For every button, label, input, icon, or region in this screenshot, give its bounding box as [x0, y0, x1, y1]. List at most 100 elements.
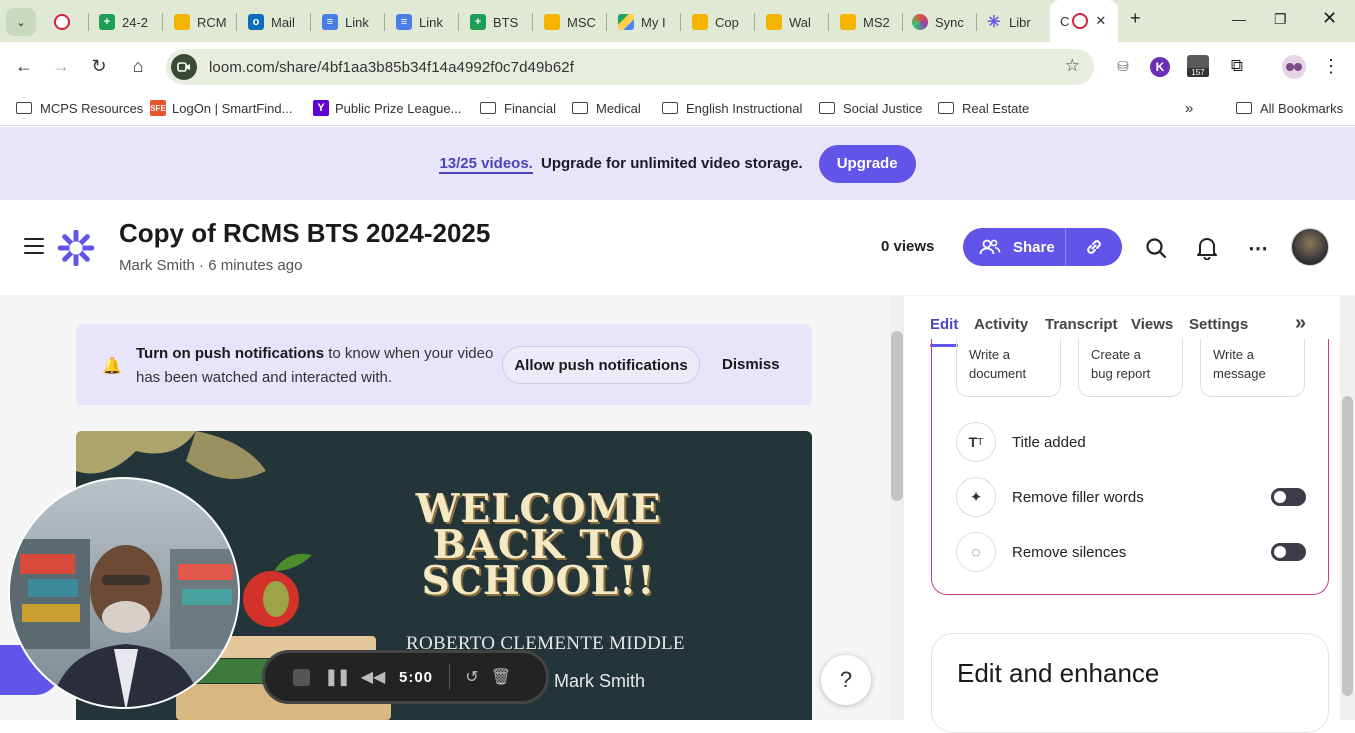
slides-icon: [766, 14, 782, 30]
chip-line: bug report: [1091, 366, 1151, 381]
view-count[interactable]: 0 views: [881, 238, 934, 255]
help-button[interactable]: ?: [821, 655, 871, 705]
tab-2[interactable]: RCM: [174, 6, 234, 38]
bookmark-label: Medical: [596, 100, 641, 116]
tab-edit[interactable]: Edit: [930, 316, 959, 347]
tab-6[interactable]: + BTS: [470, 6, 522, 38]
bell-icon[interactable]: [1195, 236, 1219, 260]
tab-5[interactable]: ≡ Link: [396, 6, 456, 38]
folder-icon: [938, 102, 954, 114]
bookmark-english[interactable]: English Instructional: [662, 98, 802, 118]
stop-button[interactable]: [283, 659, 319, 695]
write-document-chip[interactable]: Write a document: [956, 339, 1061, 397]
dismiss-button[interactable]: Dismiss: [722, 356, 780, 373]
main-scrollbar[interactable]: [890, 296, 904, 720]
tab-11[interactable]: MS2: [840, 6, 892, 38]
tab-10[interactable]: Wal: [766, 6, 818, 38]
tab-8[interactable]: My I: [618, 6, 670, 38]
remove-silences-toggle[interactable]: [1271, 543, 1306, 561]
bookmark-mcps[interactable]: MCPS Resources: [16, 98, 143, 118]
remove-filler-words-toggle[interactable]: [1271, 488, 1306, 506]
pause-button[interactable]: ❚❚: [319, 659, 355, 695]
delete-button[interactable]: 🗑: [486, 659, 516, 695]
bookmark-star-icon[interactable]: ☆: [1065, 56, 1080, 76]
extensions-icon[interactable]: ⧉: [1226, 55, 1248, 77]
magic-wand-icon: ✦: [956, 477, 996, 517]
k-extension-icon[interactable]: K: [1150, 57, 1170, 77]
bookmark-social-justice[interactable]: Social Justice: [819, 98, 922, 118]
tab-9[interactable]: Cop: [692, 6, 744, 38]
share-button-group: Share: [963, 228, 1122, 266]
minimize-button[interactable]: —: [1232, 11, 1246, 27]
back-button[interactable]: ←: [10, 52, 38, 80]
chip-line: Write a: [1213, 347, 1254, 362]
bookmarks-overflow-icon[interactable]: »: [1185, 98, 1193, 118]
extension-puzzle-lock-icon[interactable]: ⛁: [1112, 55, 1134, 77]
user-avatar[interactable]: [1291, 228, 1329, 266]
bookmark-medical[interactable]: Medical: [572, 98, 641, 118]
bell-icon: 🔔: [102, 358, 122, 375]
recording-timer: 5:00: [398, 668, 434, 686]
sidebar-scrollbar[interactable]: [1340, 296, 1355, 720]
bookmark-financial[interactable]: Financial: [480, 98, 556, 118]
folder-icon: [572, 102, 588, 114]
restart-button[interactable]: ↺: [458, 659, 486, 695]
tab-12[interactable]: Sync: [912, 6, 968, 38]
presenter-camera-feed: [10, 539, 238, 707]
trash-icon: 🗑: [490, 669, 512, 686]
rewind-button[interactable]: ◀◀: [355, 659, 391, 695]
forward-button[interactable]: →: [47, 52, 75, 80]
more-options-icon[interactable]: ⋯: [1246, 236, 1270, 260]
allow-push-button[interactable]: Allow push notifications: [502, 346, 700, 384]
share-button[interactable]: Share: [963, 228, 1066, 266]
upgrade-button[interactable]: Upgrade: [818, 144, 916, 183]
search-icon[interactable]: [1144, 236, 1168, 260]
tab-4[interactable]: ≡ Link: [322, 6, 382, 38]
bookmark-real-estate[interactable]: Real Estate: [938, 98, 1029, 118]
question-icon: ?: [839, 667, 853, 692]
slides-icon: [840, 14, 856, 30]
expand-sidebar-icon[interactable]: »: [1295, 312, 1306, 335]
calendar-extension-icon[interactable]: 157: [1187, 55, 1209, 77]
tab-label: RCM: [197, 14, 227, 30]
address-bar[interactable]: loom.com/share/4bf1aa3b85b34f14a4992f0c7…: [166, 49, 1094, 85]
reload-button[interactable]: ↻: [85, 52, 113, 80]
new-tab-button[interactable]: +: [1130, 8, 1141, 29]
all-bookmarks[interactable]: All Bookmarks: [1236, 98, 1343, 118]
tab-loom-record[interactable]: [54, 6, 76, 38]
site-info-icon[interactable]: [171, 54, 197, 80]
profile-icon[interactable]: [1282, 55, 1306, 79]
loom-logo-icon[interactable]: [57, 229, 95, 271]
edit-enhance-card: Edit and enhance: [931, 633, 1329, 733]
tab-views[interactable]: Views: [1131, 316, 1173, 333]
tab-label: Link: [419, 14, 443, 30]
tab-activity[interactable]: Activity: [974, 316, 1028, 333]
tab-settings[interactable]: Settings: [1189, 316, 1248, 333]
create-bug-report-chip[interactable]: Create a bug report: [1078, 339, 1183, 397]
tab-13[interactable]: ✳ Libr: [986, 6, 1038, 38]
close-tab-icon[interactable]: ✕: [1095, 13, 1106, 29]
tab-transcript[interactable]: Transcript: [1045, 316, 1118, 333]
bookmark-smartfind[interactable]: SFE LogOn | SmartFind...: [150, 98, 292, 118]
hamburger-menu-icon[interactable]: [24, 238, 44, 255]
tab-3[interactable]: o Mail: [248, 6, 308, 38]
bookmark-prize-league[interactable]: Y Public Prize League...: [313, 98, 461, 118]
copy-link-button[interactable]: [1066, 237, 1122, 257]
tab-search-button[interactable]: ⌄: [6, 8, 36, 36]
sheets-icon: +: [470, 14, 486, 30]
row-label: Remove silences: [1012, 543, 1127, 561]
tab-active[interactable]: C ✕: [1050, 0, 1118, 42]
tab-1[interactable]: +24-2: [99, 6, 161, 38]
write-message-chip[interactable]: Write a message: [1200, 339, 1305, 397]
push-notification-bold: Turn on push notifications: [136, 345, 325, 362]
tab-label: MSC: [567, 14, 596, 30]
restore-button[interactable]: ❐: [1274, 11, 1287, 28]
close-window-button[interactable]: ✕: [1322, 8, 1337, 29]
tab-7[interactable]: MSC: [544, 6, 598, 38]
video-title[interactable]: Copy of RCMS BTS 2024-2025: [119, 218, 490, 249]
home-button[interactable]: ⌂: [124, 52, 152, 80]
camera-bubble[interactable]: [8, 477, 240, 709]
more-menu-icon[interactable]: ⋮: [1320, 55, 1342, 77]
tab-label: My I: [641, 14, 666, 30]
video-count-link[interactable]: 13/25 videos.: [439, 155, 533, 174]
